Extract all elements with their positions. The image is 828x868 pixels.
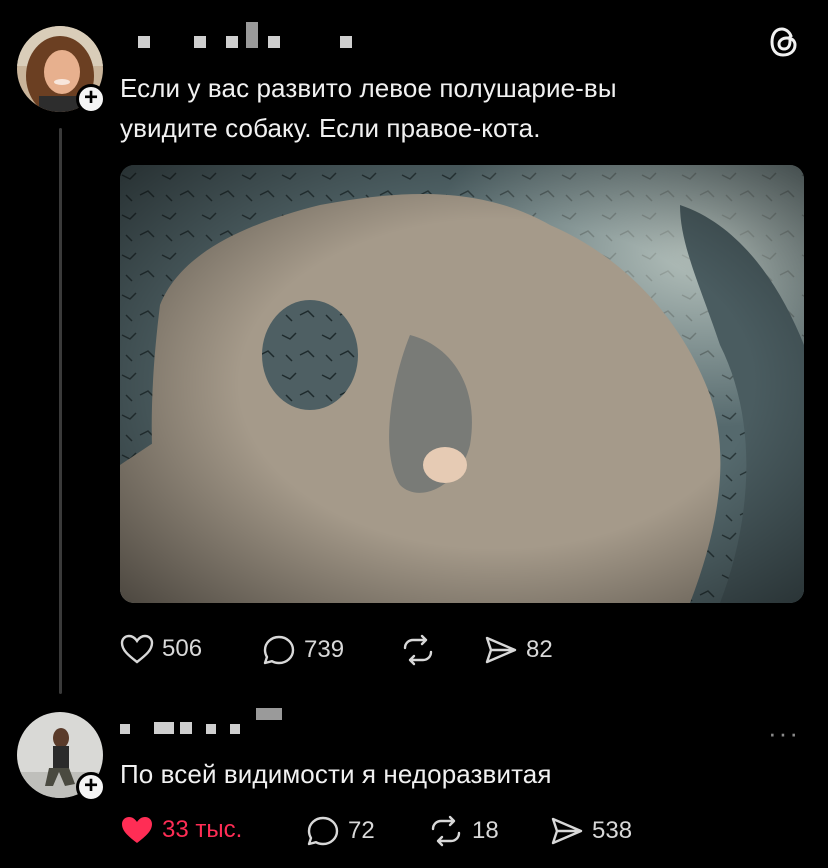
share-count: 538	[592, 817, 633, 844]
comment-icon	[307, 816, 339, 846]
like-action[interactable]: 33 тыс.	[120, 815, 242, 845]
send-icon	[551, 817, 583, 845]
repost-action[interactable]	[400, 634, 436, 666]
heart-filled-icon	[122, 817, 152, 843]
optical-illusion-image	[120, 165, 804, 603]
reply-username-obscured[interactable]	[120, 706, 282, 734]
send-icon	[485, 636, 517, 664]
reply-count: 72	[348, 817, 375, 844]
threads-logo-icon[interactable]	[766, 24, 802, 60]
share-count: 82	[526, 636, 553, 663]
like-count: 33 тыс.	[162, 816, 243, 843]
follow-plus-button[interactable]: +	[76, 84, 106, 114]
reply-text: По всей видимости я недоразвитая	[120, 759, 552, 789]
like-action[interactable]: 506	[120, 634, 202, 664]
post-username-obscured[interactable]	[138, 18, 352, 48]
thread-connector-line	[59, 128, 62, 694]
reply-count: 739	[304, 636, 345, 663]
follow-plus-button[interactable]: +	[76, 772, 106, 802]
like-count: 506	[162, 635, 203, 662]
reply-action[interactable]: 72	[306, 815, 375, 847]
reply-action[interactable]: 739	[262, 634, 344, 666]
repost-action[interactable]: 18	[428, 815, 499, 847]
repost-icon	[431, 815, 461, 847]
repost-icon	[403, 634, 433, 666]
share-action[interactable]: 82	[484, 634, 553, 666]
repost-count: 18	[472, 817, 499, 844]
post-text-line-2: увидите собаку. Если правое-кота.	[120, 113, 541, 143]
share-action[interactable]: 538	[550, 815, 632, 847]
comment-icon	[263, 635, 295, 665]
more-options-button[interactable]: ···	[768, 718, 800, 749]
heart-icon	[120, 634, 154, 664]
post-image[interactable]	[120, 165, 804, 603]
post-text-line-1: Если у вас развито левое полушарие-вы	[120, 73, 617, 103]
